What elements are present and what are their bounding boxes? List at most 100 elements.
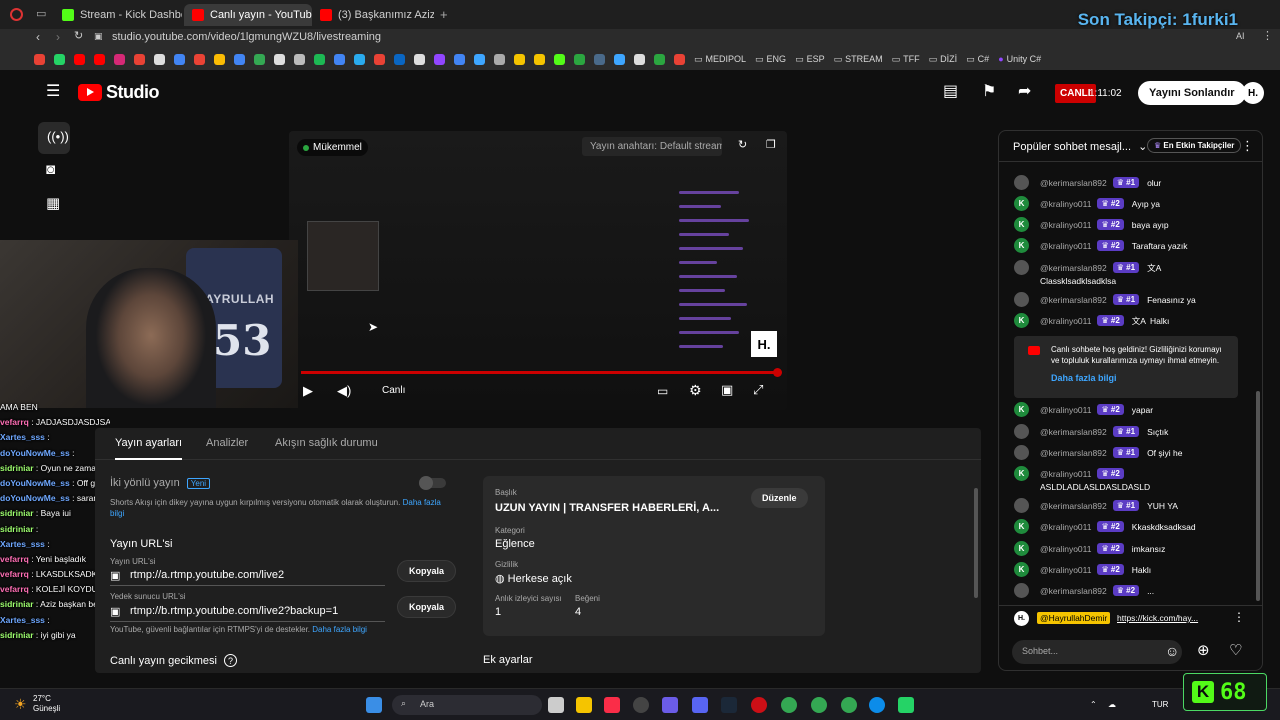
bookmark-folder-esp[interactable]: ▭ ESP — [795, 54, 825, 65]
avatar[interactable]: H. — [1242, 82, 1264, 104]
maps-bookmark-icon[interactable] — [254, 53, 265, 65]
tab-youtube-studio[interactable]: Canlı yayın - YouTube Stud — [184, 4, 312, 26]
back-icon[interactable]: ‹ — [36, 31, 40, 43]
gmail-bookmark-icon[interactable] — [194, 53, 205, 65]
cloud-icon[interactable]: ☁ — [1108, 700, 1116, 709]
live-progress-bar[interactable] — [301, 368, 782, 377]
chat-message[interactable]: @kerimarslan892 ♛ #1 Fenasınız ya — [1014, 292, 1196, 307]
app-bookmark-icon[interactable] — [514, 53, 525, 65]
google-bookmark-icon[interactable] — [34, 53, 45, 65]
chat-message[interactable]: @kerimarslan892 ♛ #1 Of şiyi he — [1014, 445, 1183, 460]
opera-icon[interactable] — [751, 697, 767, 713]
tab-kick-dashboard[interactable]: Stream - Kick Dashboard — [54, 4, 182, 26]
youtube-bookmark-icon[interactable] — [74, 53, 85, 65]
rtmps-learn-more-link[interactable]: Daha fazla bilgi — [312, 625, 367, 634]
app-bookmark-icon[interactable] — [414, 53, 425, 65]
backup-url-field[interactable]: ▣ rtmp://b.rtmp.youtube.com/live2?backup… — [110, 605, 385, 622]
weather-widget[interactable]: 27°C Güneşli — [33, 694, 60, 714]
bookmark-folder-eng[interactable]: ▭ ENG — [755, 54, 786, 65]
music-app-icon[interactable] — [604, 697, 620, 713]
app-bookmark-icon[interactable] — [494, 53, 505, 65]
copy-backup-url-button[interactable]: Kopyala — [397, 596, 457, 618]
refresh-icon[interactable]: ↻ — [738, 140, 747, 151]
language-indicator[interactable]: TUR — [1152, 700, 1168, 709]
chat-mode-select[interactable]: Popüler sohbet mesajl... ⌄ — [1013, 140, 1147, 153]
tab-stream-health[interactable]: Akışın sağlık durumu — [275, 437, 378, 449]
tab-analytics[interactable]: Analizler — [206, 437, 248, 449]
captions-icon[interactable]: ▭ — [657, 385, 668, 397]
chat-message[interactable]: @kerimarslan892 ♛ #2... — [1014, 583, 1154, 598]
tab-youtube-video[interactable]: (3) Başkanımız Aziz Yıldırı — [312, 4, 434, 26]
lock-icon[interactable]: ▣ — [94, 32, 103, 41]
chrome-icon[interactable] — [811, 697, 827, 713]
obs-icon[interactable] — [633, 697, 649, 713]
studio-logo[interactable]: Studio — [78, 82, 160, 103]
twitch-bookmark-icon[interactable] — [434, 53, 445, 65]
app-bookmark-icon[interactable] — [334, 53, 345, 65]
whatsapp-bookmark-icon[interactable] — [54, 53, 65, 65]
copy-icon[interactable]: ❐ — [766, 140, 776, 151]
discord-icon[interactable] — [692, 697, 708, 713]
telegram-bookmark-icon[interactable] — [354, 53, 365, 65]
new-tab-icon[interactable]: + — [440, 8, 448, 21]
app-bookmark-icon[interactable] — [134, 53, 145, 65]
file-explorer-icon[interactable] — [576, 697, 592, 713]
app-bookmark-icon[interactable] — [654, 53, 665, 65]
emoji-icon[interactable]: ☺ — [1165, 644, 1179, 658]
stream-preview-player[interactable]: Mükemmel Yayın anahtarı: Default stream … — [289, 131, 787, 410]
instagram-bookmark-icon[interactable] — [114, 53, 125, 65]
bookmark-folder-dizi[interactable]: ▭ DİZİ — [929, 54, 958, 65]
chat-message[interactable]: K @kralinyo011 ♛ #2 baya ayıp — [1014, 217, 1169, 232]
more-options-icon[interactable]: ⋮ — [1241, 139, 1254, 152]
app-bookmark-icon[interactable] — [574, 53, 585, 65]
app-bookmark-icon[interactable] — [534, 53, 545, 65]
menu-icon[interactable]: ⋮ — [1262, 31, 1273, 42]
volume-icon[interactable]: ◀) — [337, 384, 351, 397]
chat-message[interactable]: K @kralinyo011 ♛ #2 Haklı — [1014, 562, 1151, 577]
camera-icon[interactable]: ◙ — [46, 162, 55, 177]
chat-message[interactable]: @kerimarslan892 ♛ #1 Sıçtık — [1014, 424, 1168, 439]
spotify-bookmark-icon[interactable] — [314, 53, 325, 65]
bookmark-folder-csharp[interactable]: ▭ C# — [966, 54, 989, 65]
chat-scrollbar[interactable] — [1256, 391, 1260, 601]
task-view-icon[interactable] — [548, 697, 564, 713]
bookmark-icon[interactable]: ⚑ — [982, 84, 996, 100]
vertical-stream-toggle[interactable] — [419, 476, 446, 490]
hamburger-menu-icon[interactable]: ☰ — [46, 84, 60, 100]
fullscreen-icon[interactable]: ⤢ — [753, 383, 763, 396]
chat-message[interactable]: K @kralinyo011 ♛ #2 文A Halkı — [1014, 313, 1169, 328]
top-fans-filter[interactable]: ♛ En Etkin Takipçiler — [1147, 138, 1242, 153]
chrome-icon[interactable] — [841, 697, 857, 713]
share-icon[interactable]: ➦ — [1018, 84, 1031, 100]
chat-message[interactable]: K @kralinyo011 ♛ #2 Kkaskdksadksad — [1014, 519, 1196, 534]
app-bookmark-icon[interactable] — [674, 53, 685, 65]
linkedin-bookmark-icon[interactable] — [394, 53, 405, 65]
bookmark-folder-stream[interactable]: ▭ STREAM — [834, 54, 883, 65]
bookmark-folder-tff[interactable]: ▭ TFF — [892, 54, 920, 65]
chat-message[interactable]: K @kralinyo011 ♛ #2 — [1014, 466, 1132, 481]
stream-url-field[interactable]: ▣ rtmp://a.rtmp.youtube.com/live2 — [110, 569, 385, 586]
show-hidden-icons-icon[interactable]: ⌃ — [1090, 700, 1097, 709]
pinned-link[interactable]: https://kick.com/hay... — [1117, 613, 1198, 623]
heart-icon[interactable]: ♡ — [1229, 643, 1242, 658]
app-bookmark-icon[interactable] — [294, 53, 305, 65]
tab-list-icon[interactable]: ▭ — [36, 9, 46, 20]
gemini-bookmark-icon[interactable] — [234, 53, 245, 65]
translate-icon[interactable]: 文A — [1132, 315, 1146, 327]
edit-button[interactable]: Düzenle — [751, 488, 808, 508]
windows-start-icon[interactable] — [366, 697, 382, 713]
cast-icon[interactable]: ▣ — [721, 383, 733, 396]
app-bookmark-icon[interactable] — [374, 53, 385, 65]
add-icon[interactable]: ⊕ — [1197, 643, 1210, 658]
calendar-icon[interactable]: ▦ — [46, 196, 60, 211]
url-field[interactable]: studio.youtube.com/video/1lgmungWZU8/liv… — [112, 31, 381, 43]
chat-message[interactable]: @kerimarslan892 ♛ #1 文A — [1014, 260, 1165, 275]
tab-stream-settings[interactable]: Yayın ayarları — [115, 437, 183, 460]
welcome-learn-more-link[interactable]: Daha fazla bilgi — [1051, 373, 1117, 383]
reload-icon[interactable]: ↻ — [74, 31, 83, 42]
taskbar-search[interactable]: ⌕ Ara — [392, 695, 542, 715]
chrome-icon[interactable] — [781, 697, 797, 713]
forward-icon[interactable]: › — [56, 31, 60, 43]
chat-message[interactable]: K @kralinyo011 ♛ #2 yapar — [1014, 402, 1153, 417]
extra-settings-title[interactable]: Ek ayarlar — [483, 654, 533, 666]
